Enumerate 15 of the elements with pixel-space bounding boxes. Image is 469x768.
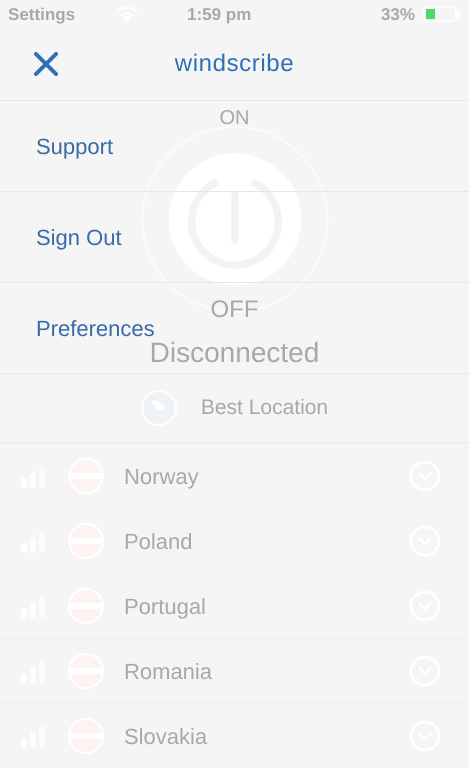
app-logo: windscribe xyxy=(174,49,294,80)
location-name: Norway xyxy=(124,462,199,491)
on-label: ON xyxy=(220,106,250,132)
battery-percent: 33% xyxy=(380,4,415,26)
menu-item[interactable]: Sign Out xyxy=(0,192,469,284)
off-label: OFF xyxy=(210,295,258,326)
close-icon xyxy=(32,50,60,78)
location-name: Poland xyxy=(124,528,193,556)
status-time: 1:59 pm xyxy=(187,4,252,26)
connection-status: Disconnected xyxy=(150,336,320,370)
location-name: Slovakia xyxy=(124,722,208,750)
location-name: Romania xyxy=(124,658,212,686)
best-location-label: Best Location xyxy=(200,395,328,422)
battery-icon xyxy=(423,6,461,22)
location-name: Portugal xyxy=(124,592,206,621)
